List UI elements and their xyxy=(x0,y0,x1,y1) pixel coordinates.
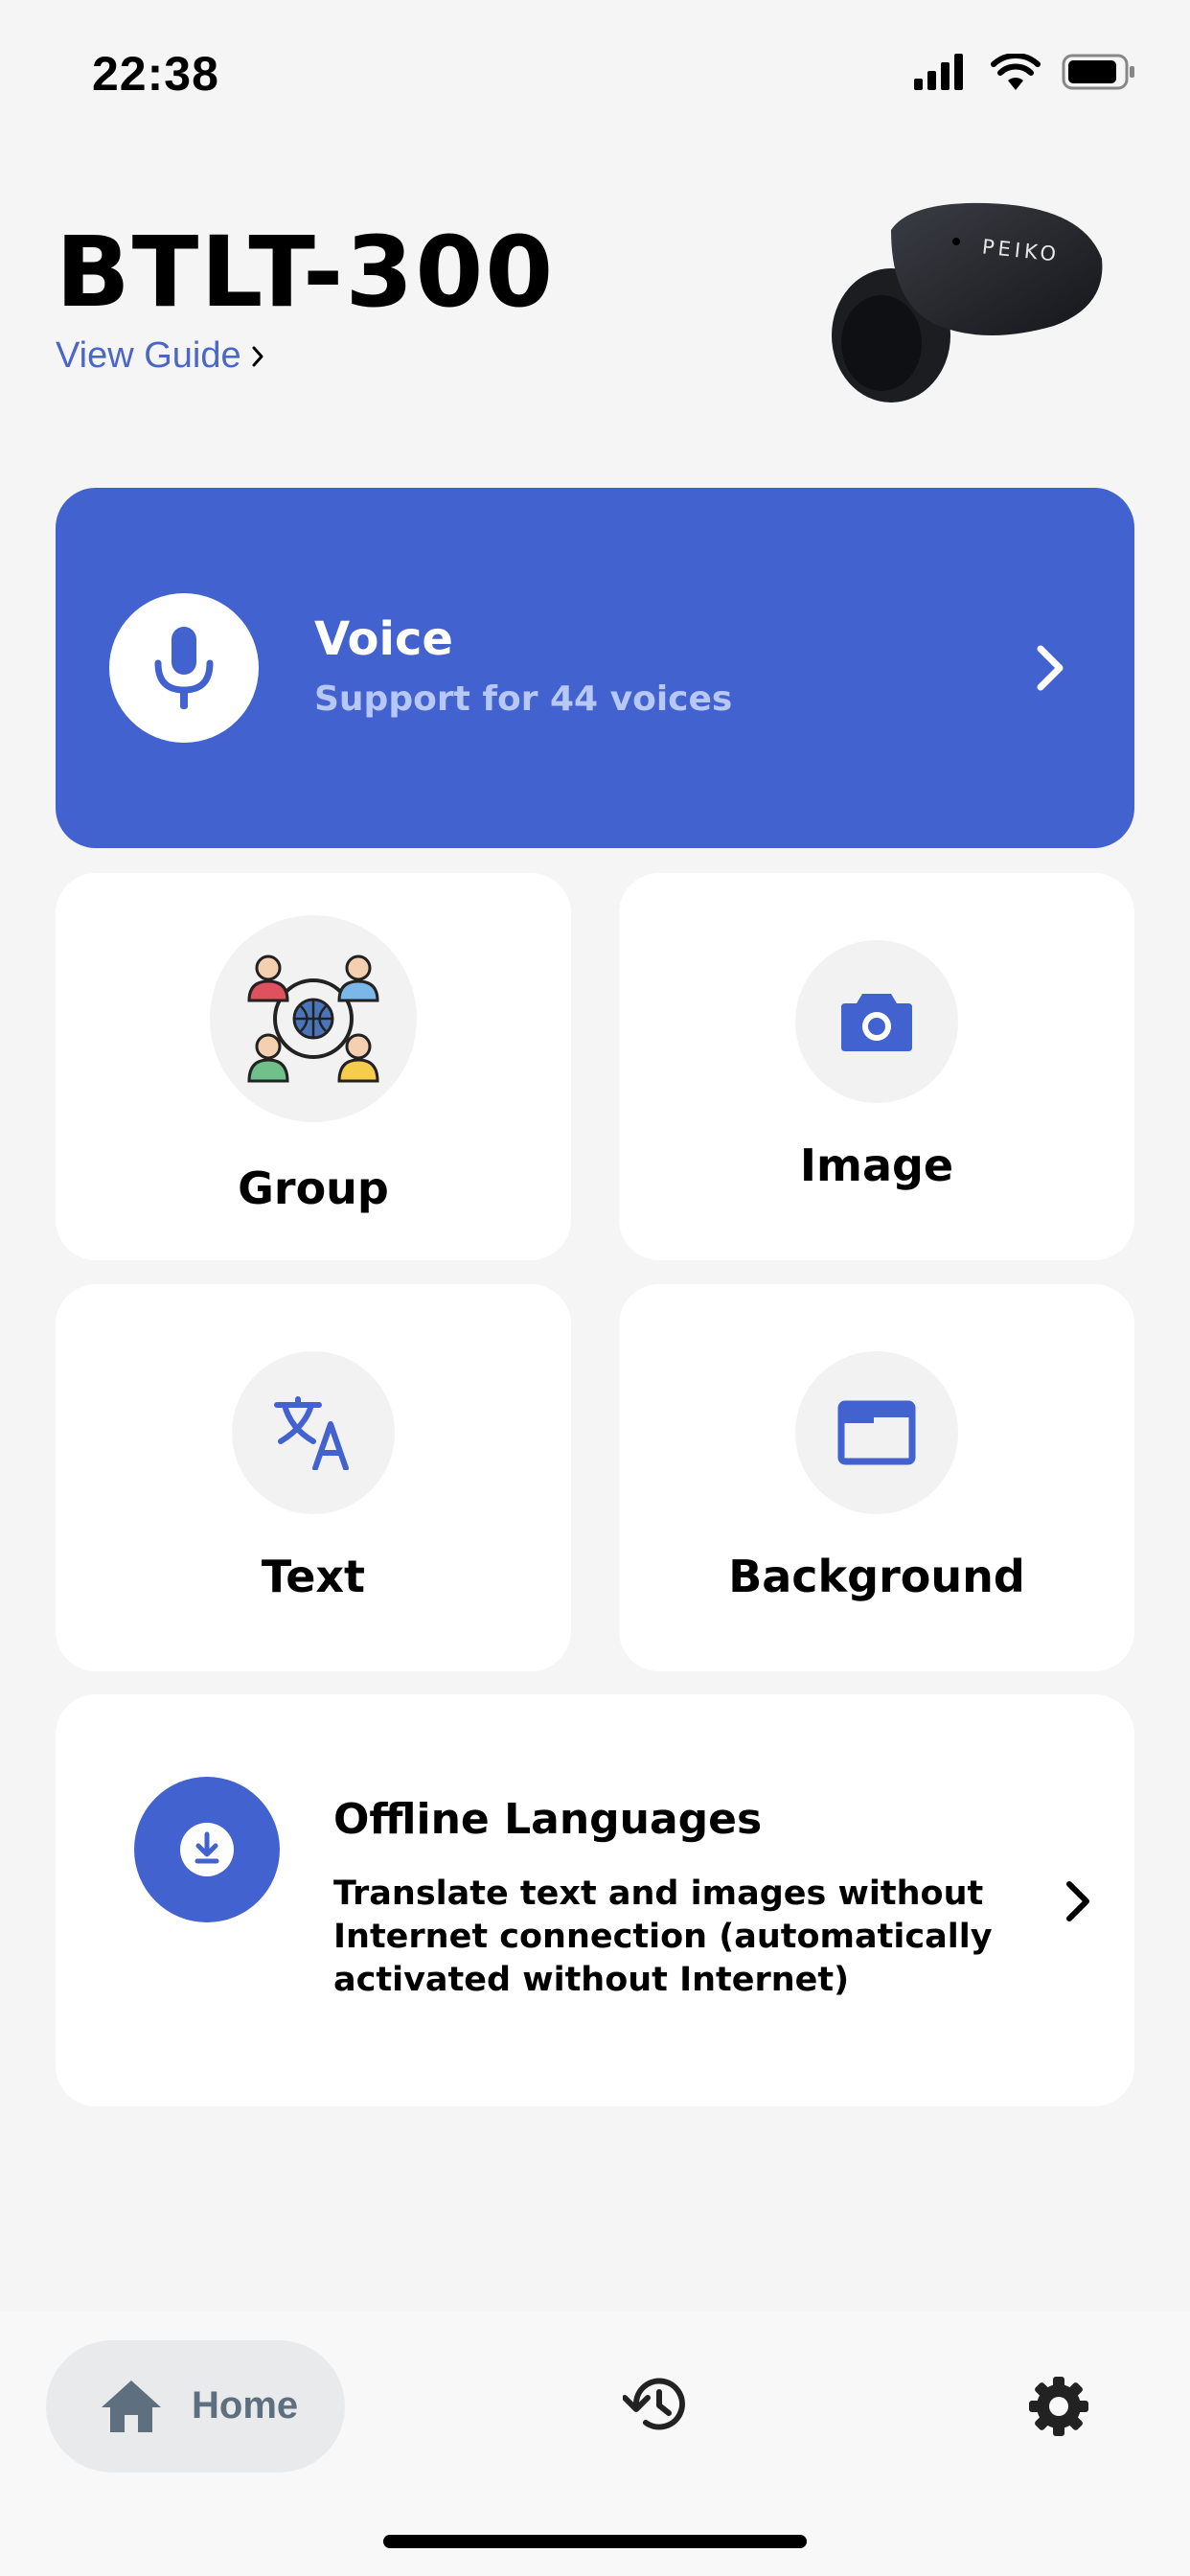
home-indicator xyxy=(383,2535,807,2548)
tile-background[interactable]: Background xyxy=(619,1284,1134,1671)
device-name: BTLT-300 xyxy=(56,216,556,330)
view-guide-link[interactable]: View Guide xyxy=(56,335,264,377)
tile-group-label: Group xyxy=(238,1162,389,1214)
group-globe-icon xyxy=(247,954,379,1083)
offline-description: Translate text and images without Intern… xyxy=(333,1874,993,1999)
earbud-image: PEIKO xyxy=(832,202,1103,402)
tile-background-label: Background xyxy=(728,1551,1025,1602)
tile-image-label: Image xyxy=(799,1139,954,1191)
voice-card[interactable]: Voice Support for 44 voices xyxy=(56,488,1134,848)
status-bar: 22:38 xyxy=(0,0,1190,144)
download-icon xyxy=(180,1823,234,1876)
home-icon xyxy=(102,2380,161,2432)
offline-title: Offline Languages xyxy=(333,1795,763,1844)
text-icon-circle xyxy=(232,1351,395,1514)
chevron-right-icon xyxy=(1037,645,1064,691)
signal-icon xyxy=(914,54,963,90)
tile-image[interactable]: Image xyxy=(619,873,1134,1260)
translate-icon xyxy=(274,1396,349,1470)
status-time: 22:38 xyxy=(92,47,219,101)
chevron-right-icon xyxy=(252,346,263,366)
tile-group[interactable]: Group xyxy=(56,873,571,1260)
settings-icon[interactable] xyxy=(1027,2375,1090,2438)
voice-title: Voice xyxy=(314,612,453,666)
offline-icon-circle xyxy=(134,1777,280,1922)
camera-icon xyxy=(841,994,912,1051)
voice-icon-circle xyxy=(109,593,259,743)
voice-subtitle: Support for 44 voices xyxy=(314,679,733,719)
history-icon[interactable] xyxy=(623,2375,688,2434)
view-guide-label: View Guide xyxy=(56,335,241,376)
offline-languages-card[interactable]: Offline Languages Translate text and ima… xyxy=(56,1694,1134,2106)
tab-home[interactable]: Home xyxy=(46,2340,345,2472)
status-icons xyxy=(914,54,1136,90)
chevron-right-icon xyxy=(1066,1881,1089,1921)
wifi-icon xyxy=(991,54,1041,90)
group-icon-circle xyxy=(210,915,417,1122)
background-icon-circle xyxy=(795,1351,958,1514)
battery-icon xyxy=(1062,54,1134,90)
tile-text[interactable]: Text xyxy=(56,1284,571,1671)
tile-text-label: Text xyxy=(261,1551,366,1602)
microphone-icon xyxy=(154,627,214,709)
window-icon xyxy=(837,1400,916,1465)
tab-home-label: Home xyxy=(192,2384,299,2426)
image-icon-circle xyxy=(795,940,958,1103)
